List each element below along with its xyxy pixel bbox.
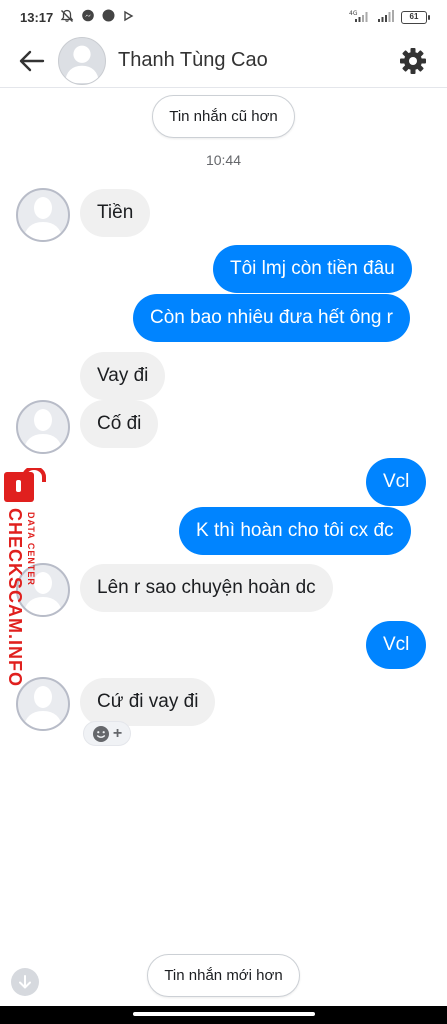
svg-text:4G: 4G [349, 10, 358, 17]
message-outgoing[interactable]: K thì hoàn cho tôi cx đc [179, 507, 411, 555]
default-person-icon [23, 409, 63, 452]
status-bar: 13:17 4G 61 [0, 0, 447, 34]
messenger-icon [81, 9, 95, 26]
default-person-icon [64, 45, 100, 83]
older-messages-button[interactable]: Tin nhắn cũ hơn [152, 95, 295, 138]
message-incoming[interactable]: Tiền [80, 189, 151, 237]
lock-icon [4, 468, 46, 502]
message-outgoing[interactable]: Tôi lmj còn tiền đâu [213, 245, 412, 293]
sender-avatar[interactable] [16, 400, 70, 454]
sender-avatar[interactable] [16, 188, 70, 242]
watermark-text: CHECKSCAM.INFO [5, 508, 25, 687]
newer-messages-button[interactable]: Tin nhắn mới hơn [147, 954, 300, 997]
play-icon [122, 10, 134, 25]
add-reaction-button[interactable]: + [83, 721, 131, 746]
arrow-left-icon [19, 50, 45, 71]
message-outgoing[interactable]: Vcl [366, 458, 427, 506]
signal-icon [377, 9, 395, 26]
message-incoming[interactable]: Cố đi [80, 400, 159, 448]
plus-icon: + [112, 724, 123, 742]
watermark: CHECKSCAM.INFO DATA CENTER [0, 468, 48, 688]
battery-indicator: 61 [401, 10, 430, 24]
back-button[interactable] [18, 47, 46, 75]
conversation-header: Thanh Tùng Cao [0, 34, 447, 88]
chat-screen: 13:17 4G 61 Thanh Tùng Cao Tin nhắn cũ h… [0, 0, 447, 1024]
gear-icon [400, 47, 426, 74]
message-incoming[interactable]: Lên r sao chuyện hoàn dc [80, 564, 333, 612]
arrow-down-icon [19, 975, 31, 989]
message-outgoing[interactable]: Còn bao nhiêu đưa hết ông r [133, 294, 411, 342]
watermark-subtext: DATA CENTER [26, 512, 36, 586]
scroll-down-button[interactable] [11, 968, 39, 996]
status-time: 13:17 [20, 9, 54, 25]
signal-4g-icon: 4G [349, 9, 371, 26]
settings-button[interactable] [397, 45, 429, 77]
smiley-icon [92, 725, 109, 742]
message-outgoing[interactable]: Vcl [366, 621, 427, 669]
message-incoming[interactable]: Vay đi [80, 352, 166, 400]
message-incoming[interactable]: Cứ đi vay đi [80, 678, 216, 726]
home-indicator[interactable] [133, 1012, 315, 1016]
timestamp: 10:44 [205, 152, 242, 168]
default-person-icon [23, 197, 63, 240]
muted-bell-icon [60, 9, 74, 26]
dot-icon [102, 9, 115, 25]
contact-name[interactable]: Thanh Tùng Cao [118, 49, 268, 72]
contact-avatar[interactable] [58, 36, 106, 85]
